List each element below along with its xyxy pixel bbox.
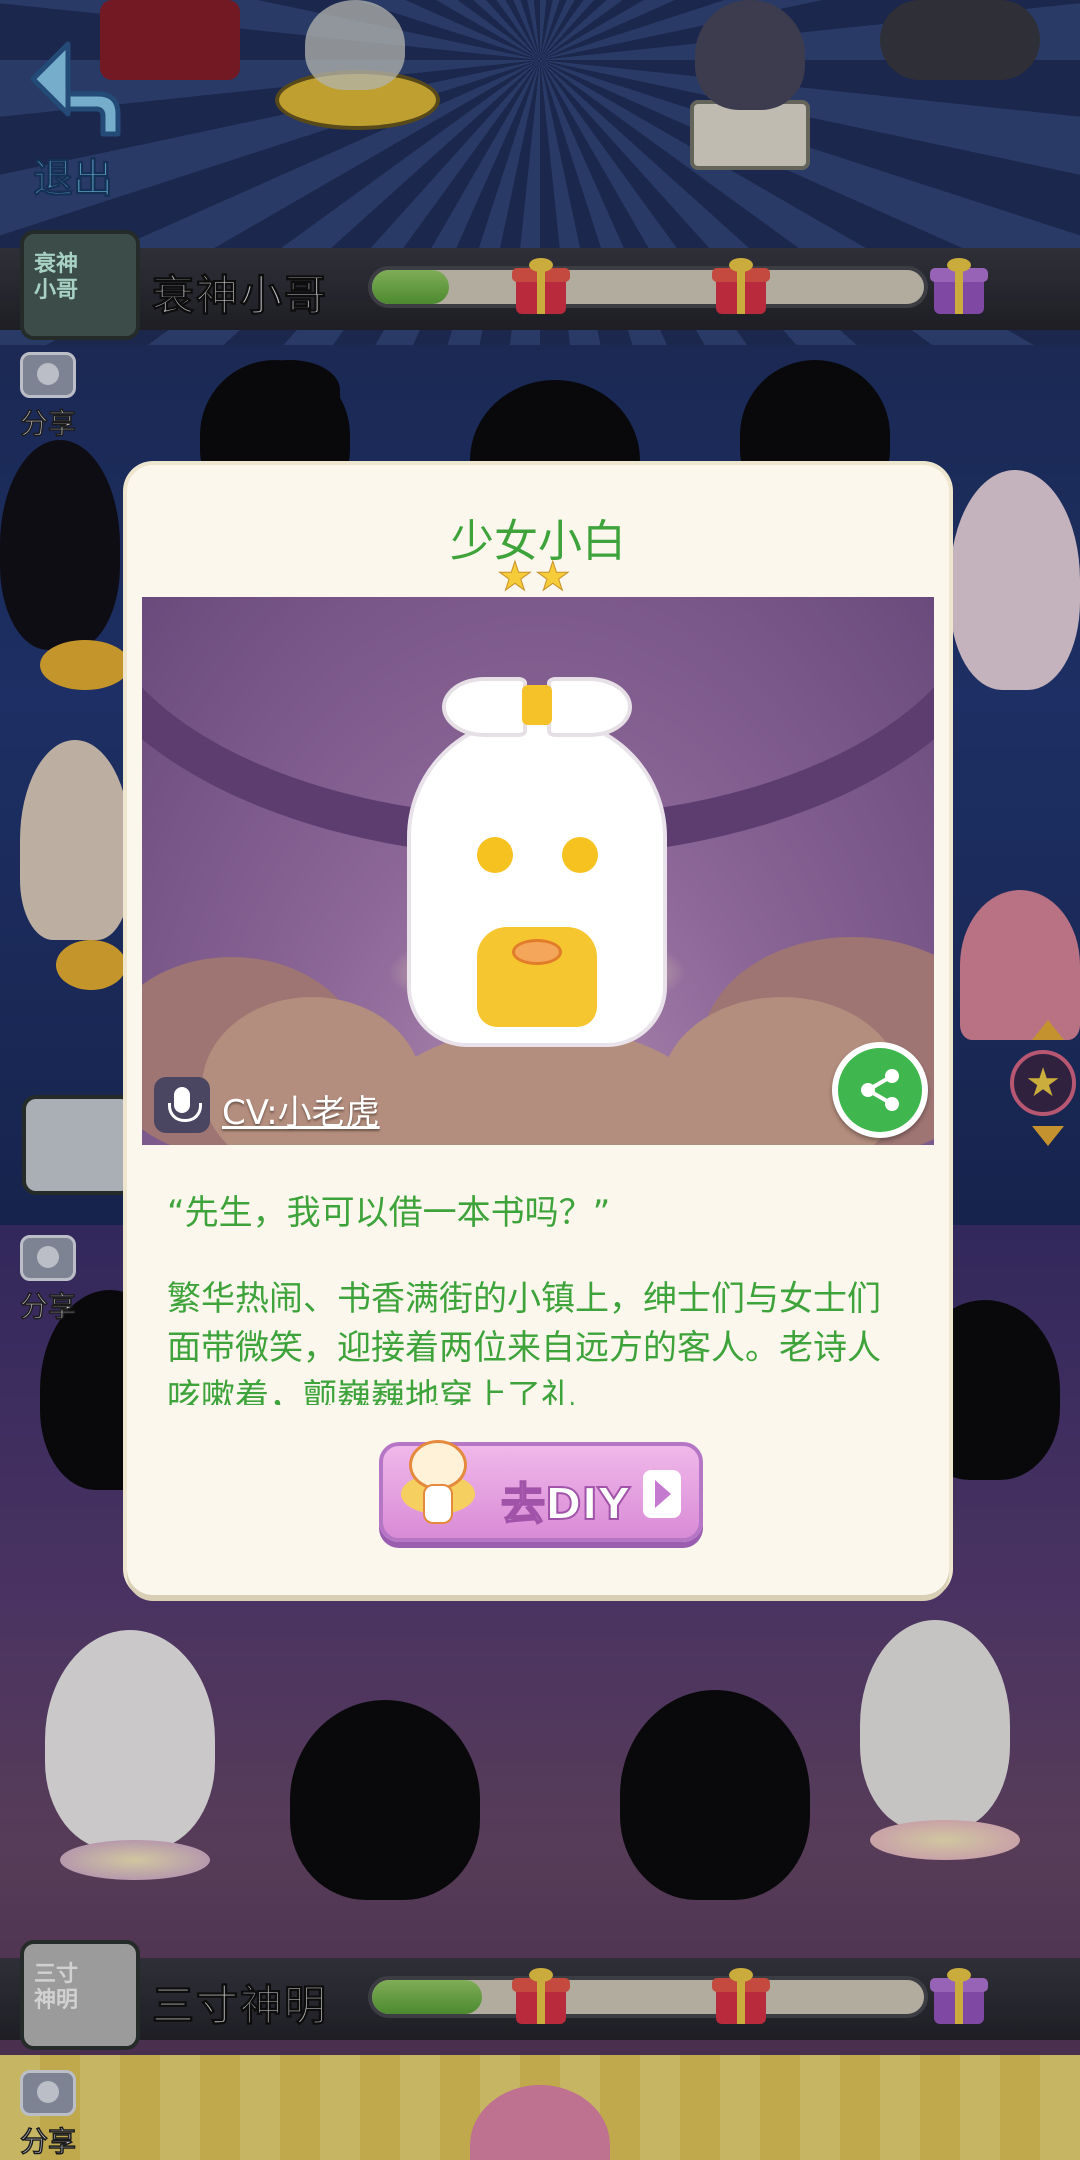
character-detail-modal: 少女小白 ★ ★ CV:小老虎 “先生，我可以借一本书吗？” 繁华热闹、书香满街… [127,465,949,1595]
share-glyph [861,1069,899,1111]
character-eye [562,837,598,873]
character-ribbon [512,939,562,965]
character-quote: “先生，我可以借一本书吗？” [167,1193,611,1233]
microphone-icon [154,1077,210,1133]
star-icon: ★ [497,554,534,600]
mascot-icon [401,1434,475,1534]
go-diy-button[interactable]: 去DIY [379,1440,703,1542]
star-icon: ★ [534,554,571,600]
star-rating: ★ ★ [497,554,587,600]
voice-actor-label: CV:小老虎 [222,1093,380,1133]
voice-actor-button[interactable]: CV:小老虎 [154,1077,404,1133]
character-showcase: CV:小老虎 [142,597,934,1145]
play-arrow-icon [643,1470,681,1518]
character-description[interactable]: 繁华热闹、书香满街的小镇上，绅士们与女士们面带微笑，迎接着两位来自远方的客人。老… [167,1275,907,1405]
character-eye [477,837,513,873]
share-icon[interactable] [832,1042,928,1138]
go-diy-label: 去DIY [500,1478,631,1531]
hair-bow [442,677,632,747]
